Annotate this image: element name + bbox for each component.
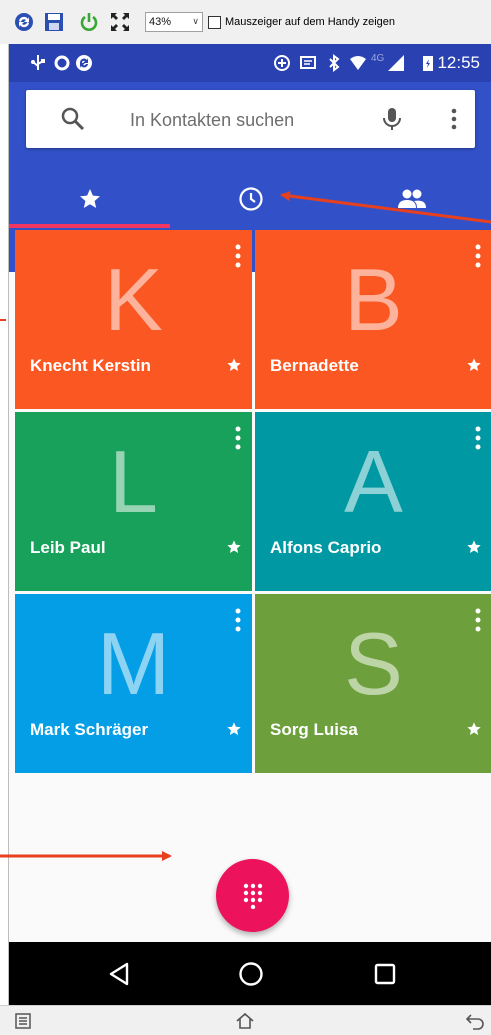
bluetooth-icon <box>329 54 340 72</box>
contact-tile[interactable]: B Bernadette <box>255 230 491 409</box>
overflow-menu-icon[interactable] <box>474 244 482 268</box>
pointer-option[interactable]: Mauszeiger auf dem Handy zeigen <box>208 13 395 31</box>
back-button[interactable] <box>99 956 139 992</box>
overflow-menu-icon[interactable] <box>474 608 482 632</box>
host-bottom-bar <box>0 1005 491 1035</box>
data-saver-icon <box>274 55 290 71</box>
pointer-checkbox[interactable] <box>208 15 221 29</box>
home-icon <box>239 962 263 986</box>
contact-name: Knecht Kerstin <box>30 356 151 375</box>
clock-icon <box>238 187 263 211</box>
contact-tile[interactable]: K Knecht Kerstin <box>15 230 252 409</box>
overflow-menu-icon[interactable] <box>474 426 482 450</box>
active-tab-indicator <box>9 224 170 228</box>
search-icon[interactable] <box>60 106 86 132</box>
contact-initial: A <box>344 432 403 531</box>
star-icon[interactable] <box>466 357 482 373</box>
tab-contacts[interactable] <box>331 174 491 224</box>
contact-name: Sorg Luisa <box>270 720 358 739</box>
contact-tile[interactable]: S Sorg Luisa <box>255 594 491 773</box>
battery-icon <box>423 56 433 71</box>
refresh-icon[interactable] <box>14 12 34 32</box>
back-icon <box>109 962 129 986</box>
dialpad-icon <box>243 883 262 909</box>
contact-tile[interactable]: L Leib Paul <box>15 412 252 591</box>
contact-tile[interactable]: A Alfons Caprio <box>255 412 491 591</box>
star-icon[interactable] <box>226 539 242 555</box>
contact-name: Leib Paul <box>30 538 106 557</box>
microphone-icon[interactable] <box>379 106 405 132</box>
star-icon <box>79 189 100 208</box>
overflow-menu-icon[interactable] <box>234 426 242 450</box>
search-placeholder: In Kontakten suchen <box>130 110 295 130</box>
contact-name: Mark Schräger <box>30 720 149 739</box>
status-bar: 4G 12:55 <box>9 44 491 82</box>
fullscreen-icon[interactable] <box>110 12 130 32</box>
network-type-label: 4G <box>371 53 385 64</box>
zoom-select[interactable]: 43% ∨ <box>145 12 203 32</box>
cast-icon <box>300 56 316 69</box>
home-icon[interactable] <box>236 1012 254 1030</box>
overflow-menu-icon[interactable] <box>234 608 242 632</box>
star-icon[interactable] <box>466 539 482 555</box>
sync-notification-icon <box>76 55 92 71</box>
home-button[interactable] <box>231 956 271 992</box>
chevron-down-icon: ∨ <box>192 16 199 26</box>
favorites-grid: K Knecht Kerstin B Bernadette L Leib Pau… <box>15 230 491 773</box>
usb-icon <box>31 55 45 70</box>
tab-bar <box>9 174 491 224</box>
wifi-icon <box>350 56 366 70</box>
power-icon[interactable] <box>79 12 99 32</box>
star-icon[interactable] <box>466 721 482 737</box>
overflow-menu-icon[interactable] <box>234 244 242 268</box>
overflow-menu-icon[interactable] <box>441 106 467 132</box>
signal-icon <box>388 55 404 71</box>
contact-initial: L <box>109 432 158 531</box>
pointer-checkbox-label: Mauszeiger auf dem Handy zeigen <box>225 16 395 28</box>
recents-button[interactable] <box>365 956 405 992</box>
clock-time: 12:55 <box>437 53 480 72</box>
zoom-value: 43% <box>149 16 172 28</box>
dialpad-button[interactable] <box>216 859 289 932</box>
back-icon[interactable] <box>466 1012 484 1030</box>
star-icon[interactable] <box>226 357 242 373</box>
recents-icon <box>374 963 396 985</box>
contact-tile[interactable]: M Mark Schräger <box>15 594 252 773</box>
star-icon[interactable] <box>226 721 242 737</box>
navigation-bar <box>9 942 491 1005</box>
contact-initial: M <box>96 614 171 713</box>
tab-favorites[interactable] <box>9 174 170 224</box>
search-input[interactable]: In Kontakten suchen <box>26 90 475 148</box>
contact-initial: B <box>344 250 403 349</box>
tab-recent[interactable] <box>170 174 331 224</box>
menu-icon[interactable] <box>14 1012 32 1030</box>
save-icon[interactable] <box>44 12 64 32</box>
contact-name: Alfons Caprio <box>270 538 382 557</box>
people-icon <box>397 189 426 208</box>
contact-initial: K <box>104 250 163 349</box>
contact-name: Bernadette <box>270 356 359 375</box>
host-toolbar: 43% ∨ Mauszeiger auf dem Handy zeigen <box>0 0 491 44</box>
contact-initial: S <box>344 614 403 713</box>
phone-screen: 4G 12:55 In Kontakten suchen K Knecht Ke… <box>8 44 491 1005</box>
circle-notification-icon <box>54 55 70 71</box>
